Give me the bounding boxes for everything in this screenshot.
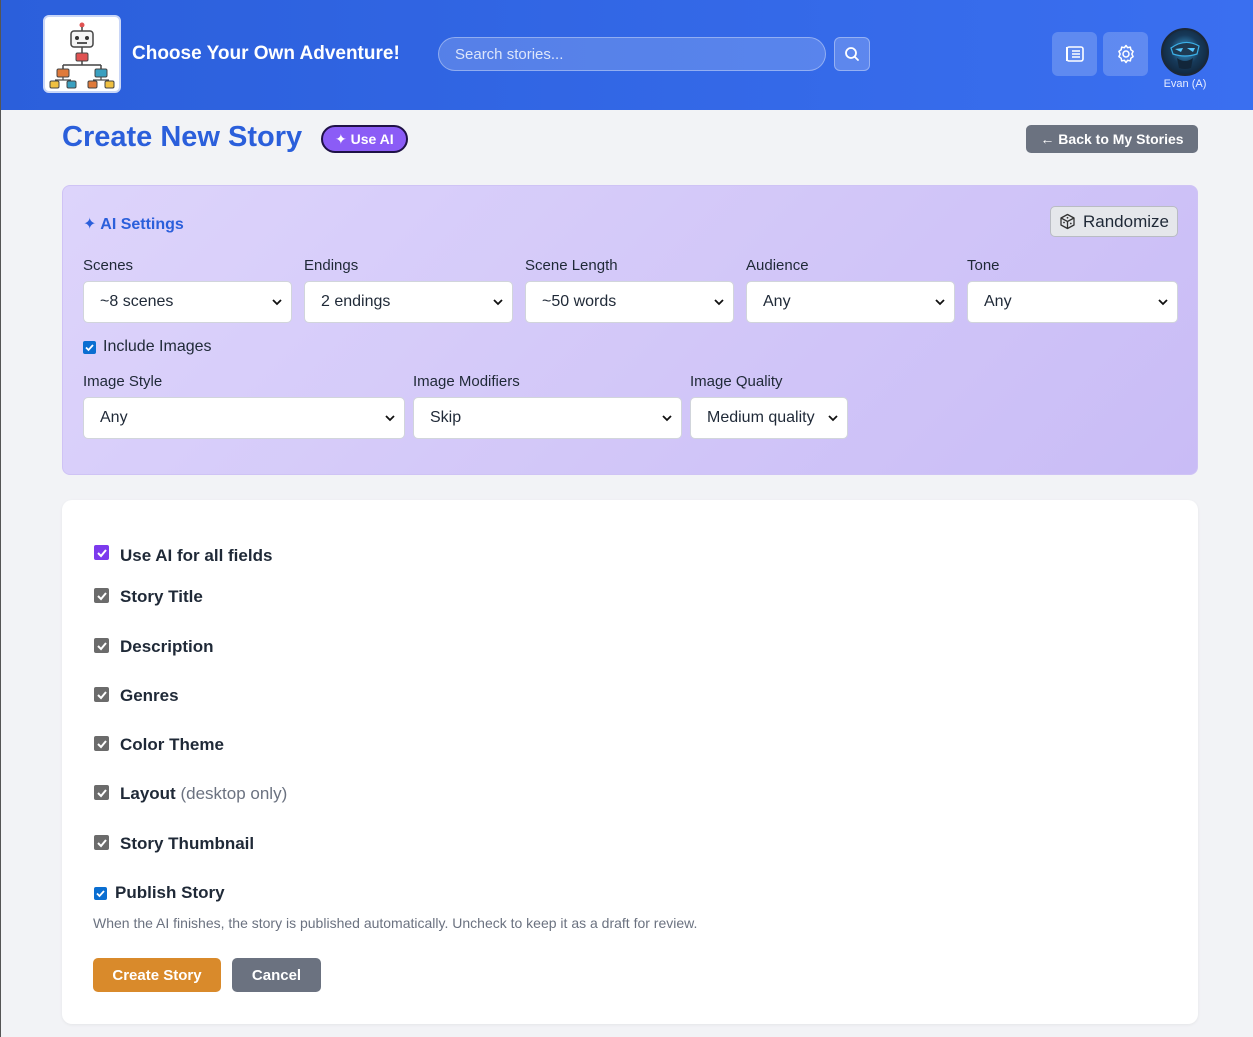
chevron-down-icon [714,299,724,306]
checkmark-icon [96,890,105,898]
layout-note: (desktop only) [180,784,288,803]
gear-icon [1117,44,1134,64]
page-title: Create New Story [62,121,303,153]
chevron-down-icon [385,415,395,422]
image-quality-value: Medium quality [707,409,815,426]
checkmark-icon [85,344,94,352]
story-title-label: Story Title [120,587,203,606]
search-button[interactable] [834,37,870,71]
image-modifiers-label: Image Modifiers [413,373,520,390]
use-ai-all-label: Use AI for all fields [120,546,273,565]
cancel-button[interactable]: Cancel [232,958,321,992]
back-to-stories-button[interactable]: ← Back to My Stories [1026,125,1198,153]
tone-value: Any [984,293,1012,310]
story-form-card: Use AI for all fields Story Title Descri… [62,500,1198,1024]
checkmark-icon [96,591,107,600]
randomize-button[interactable]: Randomize [1050,206,1178,237]
scene-length-value: ~50 words [542,293,617,310]
image-style-select[interactable]: Any [83,397,405,439]
my-stories-button[interactable] [1052,32,1097,76]
endings-select[interactable]: 2 endings [304,281,513,323]
checkmark-icon [96,690,107,699]
chevron-down-icon [1158,299,1168,306]
image-style-label: Image Style [83,373,163,390]
endings-value: 2 endings [321,293,391,310]
publish-help-text: When the AI finishes, the story is publi… [93,915,698,931]
image-quality-label: Image Quality [690,373,783,390]
color-theme-checkbox[interactable] [94,736,109,751]
endings-label: Endings [304,257,359,274]
chevron-down-icon [935,299,945,306]
image-quality-select[interactable]: Medium quality [690,397,848,439]
user-name: Evan (A) [1163,78,1207,90]
robot-flowchart-icon [49,22,115,89]
tone-select[interactable]: Any [967,281,1178,323]
description-label: Description [120,637,214,656]
story-thumbnail-label: Story Thumbnail [120,834,255,853]
genres-checkbox[interactable] [94,687,109,702]
chevron-down-icon [828,415,838,422]
scenes-select[interactable]: ~8 scenes [83,281,292,323]
top-header: Choose Your Own Adventure! Evan (A) [1,0,1253,110]
scenes-value: ~8 scenes [100,293,174,310]
checkmark-icon [96,788,107,797]
search-input[interactable] [438,37,826,71]
story-title-checkbox[interactable] [94,588,109,603]
chevron-down-icon [662,415,672,422]
create-story-button[interactable]: Create Story [93,958,221,992]
settings-button[interactable] [1103,32,1148,76]
checkmark-icon [96,641,107,650]
include-images-label: Include Images [103,338,212,355]
image-modifiers-value: Skip [430,409,462,426]
use-ai-all-checkbox[interactable] [94,545,109,560]
chevron-down-icon [272,299,282,306]
checkmark-icon [96,548,107,557]
checkmark-icon [96,739,107,748]
genres-label: Genres [120,686,179,705]
app-title[interactable]: Choose Your Own Adventure! [132,43,400,65]
publish-story-checkbox[interactable] [94,887,107,900]
layout-label: Layout (desktop only) [120,784,287,804]
audience-select[interactable]: Any [746,281,955,323]
image-style-value: Any [100,409,128,426]
image-modifiers-select[interactable]: Skip [413,397,682,439]
scene-length-label: Scene Length [525,257,618,274]
book-list-icon [1065,46,1084,62]
include-images-checkbox[interactable] [83,341,96,354]
audience-value: Any [763,293,791,310]
chevron-down-icon [493,299,503,306]
avatar-image-icon [1170,41,1200,69]
search-icon [845,47,859,61]
ai-settings-title: ✦ AI Settings [83,216,184,233]
scene-length-select[interactable]: ~50 words [525,281,734,323]
audience-label: Audience [746,257,809,274]
use-ai-button[interactable]: ✦ Use AI [321,125,408,153]
color-theme-label: Color Theme [120,735,224,754]
scenes-label: Scenes [83,257,134,274]
layout-checkbox[interactable] [94,785,109,800]
randomize-label: Randomize [1083,211,1169,231]
description-checkbox[interactable] [94,638,109,653]
story-thumbnail-checkbox[interactable] [94,835,109,850]
ai-settings-panel: ✦ AI Settings Randomize Scenes ~8 scenes… [62,185,1198,475]
user-avatar[interactable] [1161,28,1209,76]
publish-story-label: Publish Story [115,883,225,902]
checkmark-icon [96,838,107,847]
tone-label: Tone [967,257,1000,274]
layout-label-text: Layout [120,784,176,803]
app-logo[interactable] [43,15,121,93]
dice-icon [1060,213,1075,230]
